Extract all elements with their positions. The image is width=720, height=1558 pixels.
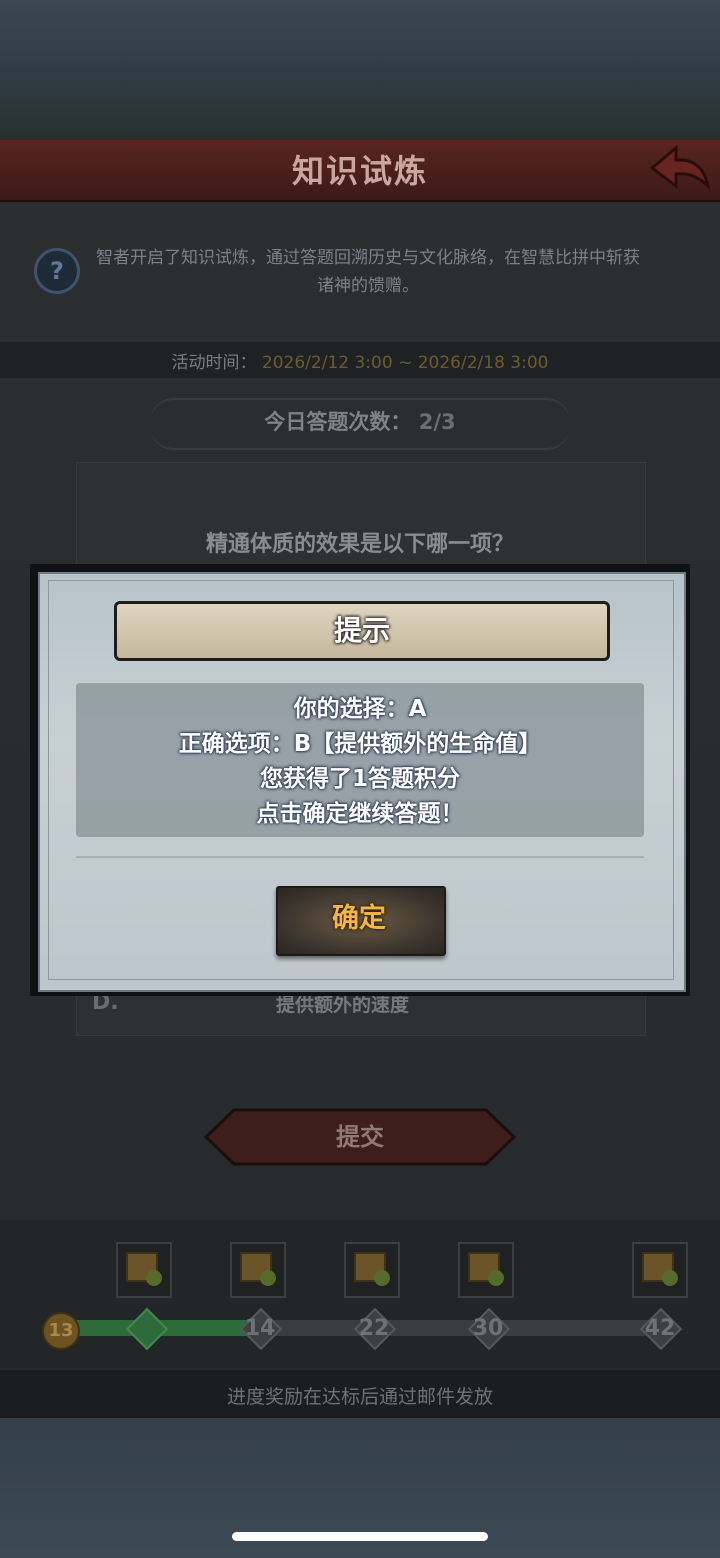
bag-icon xyxy=(260,1270,276,1286)
dialog-title: 提示 xyxy=(333,614,390,647)
reward-box-1[interactable] xyxy=(116,1242,172,1298)
result-lines: 你的选择：A 正确选项：B【提供额外的生命值】 您获得了1答题积分 点击确定继续… xyxy=(76,692,644,832)
back-arrow-icon xyxy=(649,144,711,191)
home-indicator[interactable] xyxy=(232,1532,488,1541)
reward-box-5[interactable] xyxy=(632,1242,688,1298)
back-button[interactable] xyxy=(646,142,712,194)
your-choice-line: 你的选择：A xyxy=(293,696,427,722)
page-title: 知识试炼 xyxy=(291,152,428,190)
bag-icon xyxy=(374,1270,390,1286)
reward-box-2[interactable] xyxy=(230,1242,286,1298)
intro-text: 智者开启了知识试炼，通过答题回溯历史与文化脉络，在智慧比拼中斩获诸神的馈赠。 xyxy=(96,248,640,296)
bag-icon xyxy=(146,1270,162,1286)
continue-hint-line: 点击确定继续答题！ xyxy=(256,801,464,827)
daily-count: 今日答题次数： 2/3 xyxy=(0,406,720,436)
footer-note: 进度奖励在达标后通过邮件发放 xyxy=(226,1386,493,1408)
reward-box-4[interactable] xyxy=(458,1242,514,1298)
milestone-label-4: 42 xyxy=(644,1316,676,1341)
reward-box-3[interactable] xyxy=(344,1242,400,1298)
activity-time: 活动时间： 2026/2/12 3:00 ~ 2026/2/18 3:00 xyxy=(0,348,720,373)
confirm-label: 确定 xyxy=(332,903,386,934)
milestone-label-2: 22 xyxy=(358,1316,390,1341)
activity-time-value: 2026/2/12 3:00 ~ 2026/2/18 3:00 xyxy=(261,353,549,373)
current-level-badge: 13 xyxy=(42,1312,80,1350)
daily-count-value: 2/3 xyxy=(418,410,456,434)
bag-icon xyxy=(662,1270,678,1286)
milestone-label-3: 30 xyxy=(472,1316,504,1341)
correct-option-line: 正确选项：B【提供额外的生命值】 xyxy=(178,731,542,757)
points-earned-line: 您获得了1答题积分 xyxy=(259,766,460,792)
question-text: 精通体质的效果是以下哪一项？ xyxy=(205,532,514,557)
bag-icon xyxy=(488,1270,504,1286)
dialog-divider xyxy=(76,856,644,858)
background-top xyxy=(0,0,720,140)
submit-label: 提交 xyxy=(336,1123,384,1151)
question-mark-icon[interactable]: ? xyxy=(34,248,80,294)
milestone-label-1: 14 xyxy=(244,1316,276,1341)
activity-time-label: 活动时间： xyxy=(171,353,257,373)
daily-count-label: 今日答题次数： xyxy=(264,410,412,434)
